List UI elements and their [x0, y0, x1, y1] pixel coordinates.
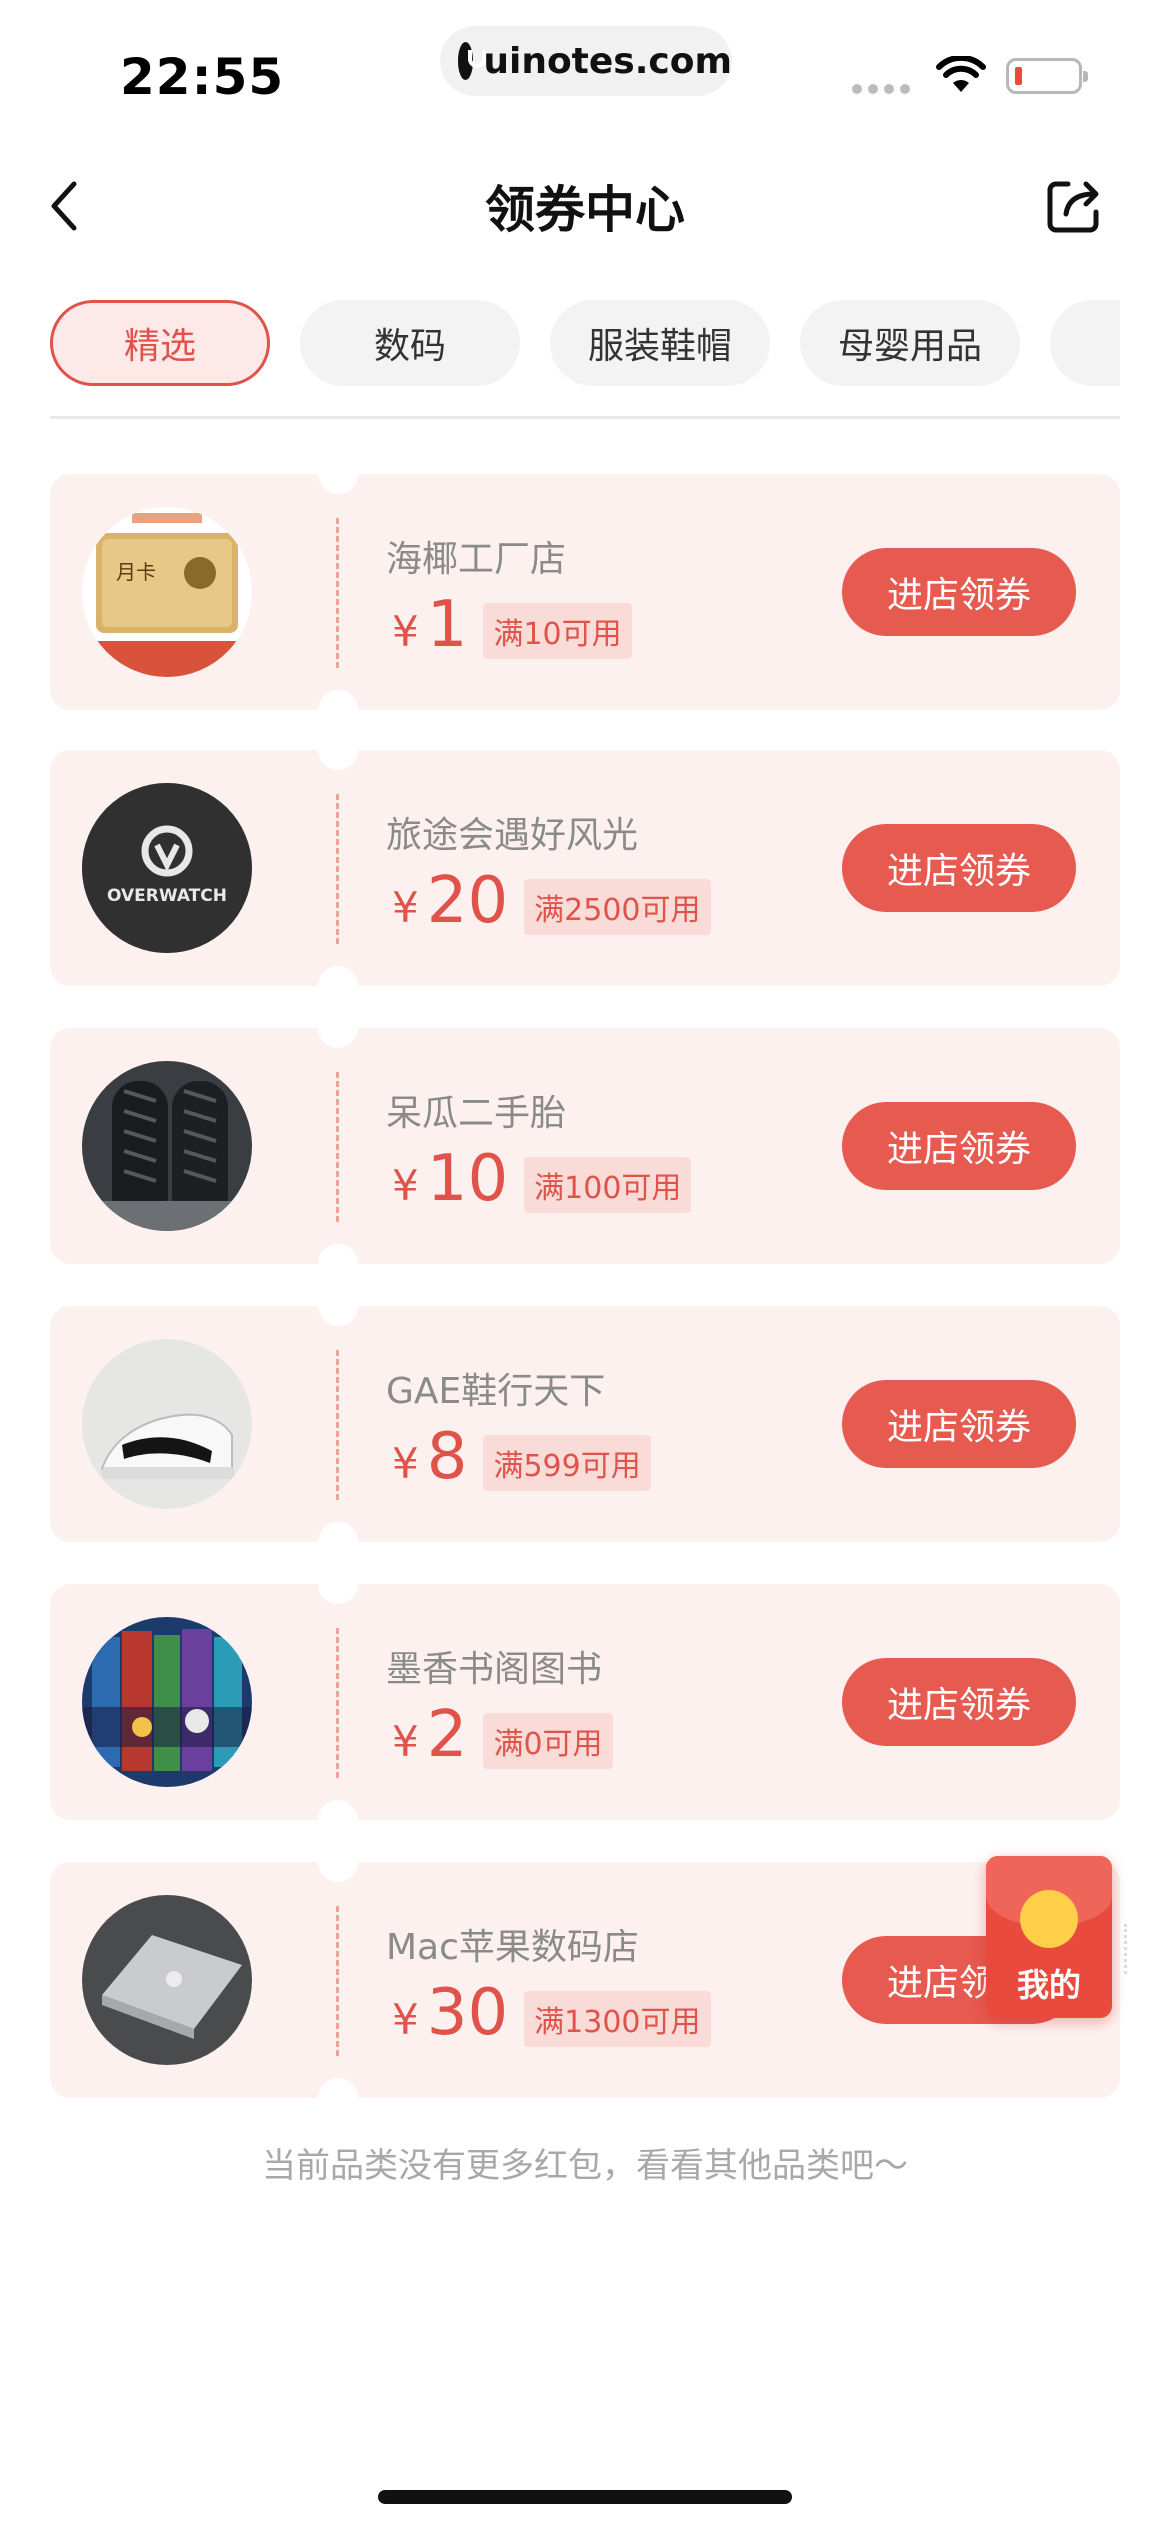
store-avatar[interactable]: 月卡 — [82, 507, 252, 677]
coupon-divider — [336, 794, 339, 944]
tabs-divider — [50, 416, 1120, 419]
wifi-icon — [936, 56, 986, 92]
coupon-value: 10 — [426, 1142, 509, 1216]
svg-text:OVERWATCH: OVERWATCH — [107, 886, 227, 906]
tab-beauty[interactable]: 美 — [1050, 300, 1120, 386]
coupon-divider — [336, 1628, 339, 1778]
store-name: 旅途会遇好风光 — [386, 815, 639, 856]
coupon-value: 30 — [426, 1976, 509, 2050]
url-pill[interactable]: uinotes.com — [440, 26, 732, 96]
my-red-packet-button[interactable]: 我的 — [986, 1856, 1112, 2018]
store-name: Mac苹果数码店 — [386, 1927, 639, 1968]
coupon-divider — [336, 518, 339, 668]
coupon-value: 20 — [426, 864, 509, 938]
coupon-divider — [336, 1072, 339, 1222]
site-logo-icon — [458, 42, 487, 80]
url-text: uinotes.com — [483, 40, 732, 82]
coupon-value: 8 — [426, 1420, 468, 1494]
home-indicator — [378, 2490, 792, 2504]
coupon-divider — [336, 1906, 339, 2056]
coupon-amount: ¥ 1 满10可用 — [392, 590, 632, 660]
coupon-card: GAE鞋行天下 ¥ 8 满599可用 进店领券 — [50, 1286, 1120, 1562]
coupon-card: 月卡 海椰工厂店 ¥ 1 满10可用 进店领券 — [50, 454, 1120, 730]
page-title: 领券中心 — [485, 181, 685, 239]
coupon-condition: 满1300可用 — [524, 1991, 711, 2047]
share-button[interactable] — [1044, 176, 1104, 236]
coupon-value: 2 — [426, 1698, 468, 1772]
tab-apparel[interactable]: 服装鞋帽 — [550, 300, 770, 386]
tab-digital[interactable]: 数码 — [300, 300, 520, 386]
coupon-value: 1 — [426, 588, 468, 662]
coupon-card: Mac苹果数码店 ¥ 30 满1300可用 进店领券 — [50, 1842, 1120, 2118]
coupon-condition: 满100可用 — [524, 1157, 692, 1213]
coupon-amount: ¥ 30 满1300可用 — [392, 1978, 711, 2048]
coupon-card: 墨香书阁图书 ¥ 2 满0可用 进店领券 — [50, 1564, 1120, 1840]
enter-store-button[interactable]: 进店领券 — [842, 1102, 1076, 1190]
svg-text:月卡: 月卡 — [116, 560, 156, 584]
coupon-amount: ¥ 10 满100可用 — [392, 1142, 692, 1216]
coupon-condition: 满10可用 — [483, 603, 632, 659]
enter-store-button[interactable]: 进店领券 — [842, 548, 1076, 636]
coin-icon — [1020, 1890, 1078, 1948]
store-avatar[interactable] — [82, 1061, 252, 1231]
coupon-condition: 满0可用 — [483, 1713, 613, 1769]
coupon-condition: 满2500可用 — [524, 879, 711, 935]
store-avatar[interactable] — [82, 1339, 252, 1509]
coupon-card: OVERWATCH 旅途会遇好风光 ¥ 20 满2500可用 进店领券 — [50, 730, 1120, 1006]
store-name: 海椰工厂店 — [386, 539, 567, 580]
battery-icon — [1006, 58, 1088, 94]
footer-note: 当前品类没有更多红包，看看其他品类吧～ — [262, 2146, 908, 2186]
coupon-divider — [336, 1350, 339, 1500]
packet-label: 我的 — [1016, 1966, 1081, 2004]
cellular-signal-icon — [852, 84, 910, 94]
enter-store-button[interactable]: 进店领券 — [842, 1658, 1076, 1746]
category-tabs: 精选 数码 服装鞋帽 母婴用品 美 — [50, 300, 1120, 386]
coupon-card: 呆瓜二手胎 ¥ 10 满100可用 进店领券 — [50, 1008, 1120, 1284]
coupon-amount: ¥ 8 满599可用 — [392, 1422, 651, 1492]
coupon-condition: 满599可用 — [483, 1435, 651, 1491]
coupon-amount: ¥ 2 满0可用 — [392, 1700, 613, 1770]
enter-store-button[interactable]: 进店领券 — [842, 1380, 1076, 1468]
store-avatar[interactable] — [82, 1895, 252, 2065]
store-avatar[interactable] — [82, 1617, 252, 1787]
store-name: 墨香书阁图书 — [386, 1649, 603, 1690]
tab-baby[interactable]: 母婴用品 — [800, 300, 1020, 386]
enter-store-button[interactable]: 进店领券 — [842, 824, 1076, 912]
store-name: GAE鞋行天下 — [386, 1371, 606, 1412]
store-avatar[interactable]: OVERWATCH — [82, 783, 252, 953]
status-time: 22:55 — [120, 48, 285, 106]
store-name: 呆瓜二手胎 — [386, 1093, 567, 1134]
coupon-amount: ¥ 20 满2500可用 — [392, 866, 711, 936]
tab-featured[interactable]: 精选 — [50, 300, 270, 386]
